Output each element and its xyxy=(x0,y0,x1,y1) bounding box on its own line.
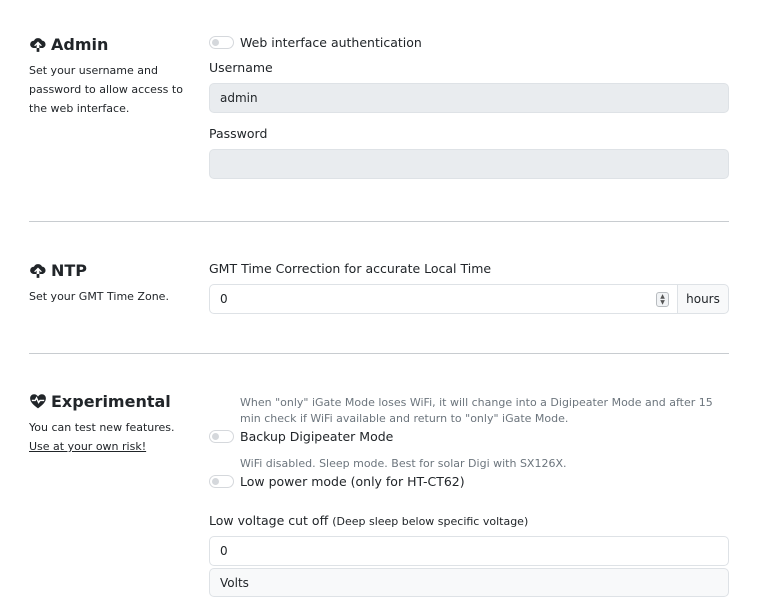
voltage-label-note: (Deep sleep below specific voltage) xyxy=(332,515,529,528)
auth-toggle-row: Web interface authentication xyxy=(209,35,729,50)
password-field[interactable] xyxy=(209,149,729,179)
ntp-title: NTP xyxy=(51,260,88,280)
auth-toggle-label: Web interface authentication xyxy=(240,35,422,50)
ntp-description: Set your GMT Time Zone. xyxy=(29,290,169,303)
lowpower-toggle-label: Low power mode (only for HT-CT62) xyxy=(240,474,465,489)
voltage-unit: Volts xyxy=(220,575,249,590)
experimental-title: Experimental xyxy=(51,391,171,411)
ntp-form: GMT Time Correction for accurate Local T… xyxy=(209,261,729,314)
voltage-input[interactable]: 0 xyxy=(209,536,729,566)
experimental-heading: Experimental xyxy=(29,390,199,412)
admin-title: Admin xyxy=(51,34,109,54)
experimental-form: When "only" iGate Mode loses WiFi, it wi… xyxy=(209,395,729,597)
experimental-description: You can test new features. Use at your o… xyxy=(29,418,189,456)
auth-toggle-switch[interactable] xyxy=(209,36,234,49)
ntp-heading: NTP xyxy=(29,259,199,281)
admin-info: Admin Set your username and password to … xyxy=(29,33,199,118)
lowpower-help-text: WiFi disabled. Sleep mode. Best for sola… xyxy=(240,457,567,470)
username-label: Username xyxy=(209,60,273,75)
username-field[interactable]: admin xyxy=(209,83,729,113)
cloud-upload-icon xyxy=(29,35,47,53)
lowpower-toggle-row: Low power mode (only for HT-CT62) xyxy=(209,474,729,489)
voltage-label-main: Low voltage cut off xyxy=(209,513,329,528)
gmt-unit-addon: hours xyxy=(678,284,729,314)
password-label: Password xyxy=(209,126,268,141)
heart-pulse-icon xyxy=(29,392,47,410)
section-divider xyxy=(29,221,729,222)
gmt-input-group: 0 ▲ ▼ hours xyxy=(209,284,729,314)
cloud-upload-icon xyxy=(29,261,47,279)
ntp-info: NTP Set your GMT Time Zone. xyxy=(29,259,199,306)
lowpower-toggle-switch[interactable] xyxy=(209,475,234,488)
backup-help-text: When "only" iGate Mode loses WiFi, it wi… xyxy=(240,396,713,425)
settings-page: Admin Set your username and password to … xyxy=(0,0,759,599)
backup-toggle-switch[interactable] xyxy=(209,430,234,443)
gmt-input[interactable]: 0 ▲ ▼ xyxy=(209,284,678,314)
experimental-description-text: You can test new features. xyxy=(29,421,175,434)
chevron-down-icon[interactable]: ▼ xyxy=(660,299,665,306)
backup-toggle-row: Backup Digipeater Mode xyxy=(209,429,729,444)
voltage-label: Low voltage cut off (Deep sleep below sp… xyxy=(209,513,729,528)
experimental-info: Experimental You can test new features. … xyxy=(29,390,199,456)
voltage-value: 0 xyxy=(220,544,228,558)
backup-toggle-label: Backup Digipeater Mode xyxy=(240,429,394,444)
gmt-label: GMT Time Correction for accurate Local T… xyxy=(209,261,492,276)
admin-description: Set your username and password to allow … xyxy=(29,64,183,115)
admin-heading: Admin xyxy=(29,33,199,55)
section-divider xyxy=(29,353,729,354)
admin-form: Web interface authentication Username ad… xyxy=(209,35,729,179)
gmt-value: 0 xyxy=(220,292,228,306)
risk-link[interactable]: Use at your own risk! xyxy=(29,440,146,453)
username-value: admin xyxy=(220,91,258,105)
number-spinner[interactable]: ▲ ▼ xyxy=(656,292,669,307)
voltage-unit-addon: Volts xyxy=(209,568,729,597)
